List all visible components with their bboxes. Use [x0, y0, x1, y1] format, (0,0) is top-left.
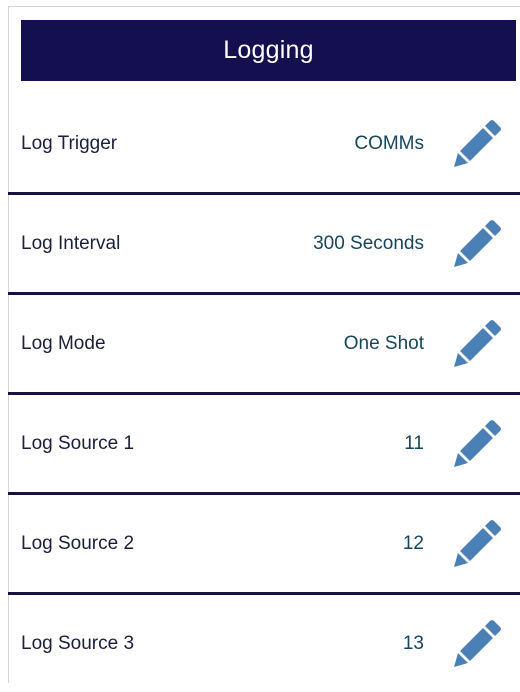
pencil-icon[interactable]: [452, 519, 502, 569]
list-item-log-source-3: Log Source 3 13: [8, 595, 520, 692]
setting-label: Log Source 1: [21, 432, 135, 454]
list-item-log-trigger: Log Trigger COMMs: [8, 95, 520, 195]
setting-value: 13: [402, 632, 424, 654]
setting-value: 11: [404, 432, 424, 454]
setting-value: One Shot: [343, 332, 424, 354]
pencil-icon[interactable]: [452, 319, 502, 369]
setting-value: 12: [402, 532, 424, 554]
list-item-log-source-2: Log Source 2 12: [8, 495, 520, 595]
setting-label: Log Trigger: [21, 132, 118, 154]
settings-list: Log Trigger COMMs Log Interval 300 Secon…: [8, 95, 520, 692]
list-item-log-mode: Log Mode One Shot: [8, 295, 520, 395]
page-title: Logging: [21, 20, 516, 81]
setting-value: 300 Seconds: [313, 232, 424, 254]
pencil-icon[interactable]: [452, 419, 502, 469]
setting-label: Log Source 2: [21, 532, 135, 554]
setting-label: Log Mode: [21, 332, 106, 354]
pencil-icon[interactable]: [452, 119, 502, 169]
list-item-log-interval: Log Interval 300 Seconds: [8, 195, 520, 295]
pencil-icon[interactable]: [452, 619, 502, 669]
setting-value: COMMs: [354, 132, 424, 154]
pencil-icon[interactable]: [452, 219, 502, 269]
list-item-log-source-1: Log Source 1 11: [8, 395, 520, 495]
setting-label: Log Source 3: [21, 632, 135, 654]
setting-label: Log Interval: [21, 232, 121, 254]
